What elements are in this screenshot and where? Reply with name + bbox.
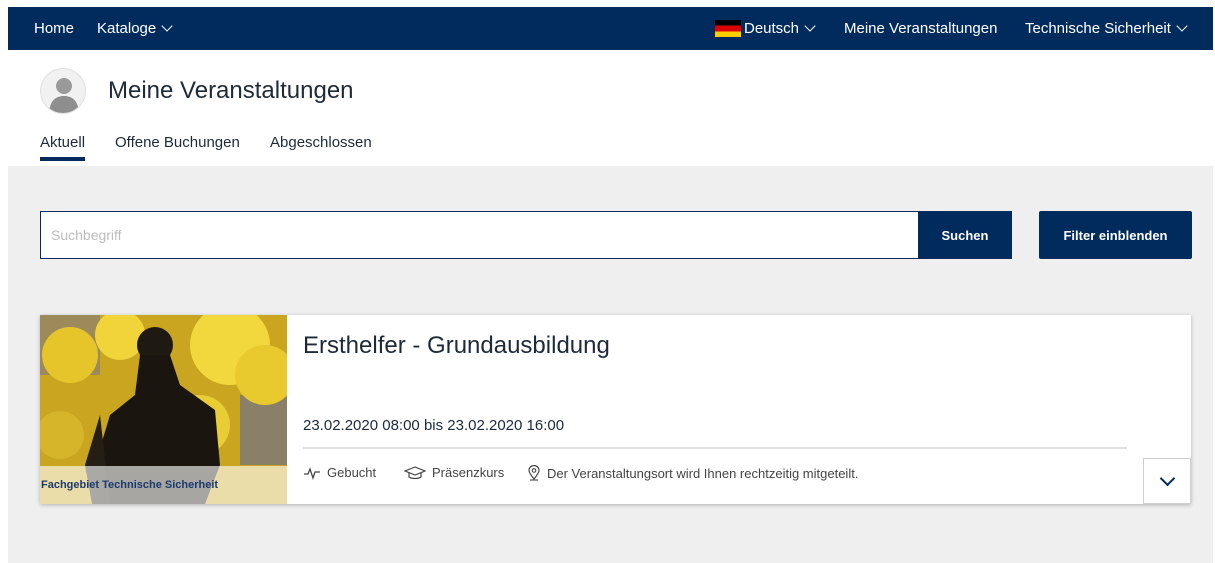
course-card[interactable]: Fachgebiet Technische Sicherheit Ersthel…: [40, 315, 1191, 504]
course-type: Präsenzkurs: [404, 465, 504, 480]
graduation-cap-icon: [404, 465, 426, 479]
nav-my-events-link[interactable]: Meine Veranstaltungen: [844, 7, 997, 50]
org-label: Technische Sicherheit: [1025, 20, 1171, 37]
show-filter-button[interactable]: Filter einblenden: [1039, 211, 1192, 259]
nav-catalogs-dropdown[interactable]: Kataloge: [97, 7, 173, 50]
search-input[interactable]: [40, 211, 919, 259]
course-location: Der Veranstaltungsort wird Ihnen rechtze…: [527, 465, 858, 481]
status-label: Gebucht: [327, 465, 377, 480]
course-image: Fachgebiet Technische Sicherheit: [40, 315, 287, 504]
card-divider: [303, 447, 1127, 449]
german-flag-icon: [715, 20, 741, 37]
avatar: [40, 68, 86, 114]
nav-my-events-label: Meine Veranstaltungen: [844, 20, 998, 37]
pulse-icon: [304, 466, 320, 480]
course-date: 23.02.2020 08:00 bis 23.02.2020 16:00: [303, 417, 565, 434]
status-badge: Gebucht: [303, 465, 376, 480]
image-caption-label: Fachgebiet Technische Sicherheit: [41, 479, 219, 491]
user-silhouette-icon: [49, 78, 79, 113]
org-dropdown[interactable]: Technische Sicherheit: [1025, 7, 1188, 50]
course-type-label: Präsenzkurs: [432, 465, 505, 480]
page-title: Meine Veranstaltungen: [108, 77, 354, 104]
tab-open-bookings[interactable]: Offene Buchungen: [115, 134, 240, 151]
location-pin-icon: [528, 465, 540, 481]
search-button[interactable]: Suchen: [918, 211, 1012, 259]
language-label: Deutsch: [744, 20, 800, 37]
nav-home-link[interactable]: Home: [34, 7, 74, 50]
chevron-down-icon: [161, 20, 173, 32]
image-caption: Fachgebiet Technische Sicherheit: [40, 466, 287, 504]
chevron-down-icon: [804, 20, 816, 32]
top-navigation: Home Kataloge Deutsch Meine Veranstaltun…: [8, 7, 1213, 50]
language-dropdown[interactable]: Deutsch: [715, 7, 816, 50]
nav-catalogs-label: Kataloge: [97, 20, 157, 37]
chevron-down-icon: [1176, 20, 1188, 32]
chevron-down-icon: [1159, 470, 1175, 486]
expand-card-button[interactable]: [1143, 458, 1191, 504]
location-label: Der Veranstaltungsort wird Ihnen rechtze…: [547, 465, 859, 481]
course-title[interactable]: Ersthelfer - Grundausbildung: [303, 332, 610, 360]
tab-current[interactable]: Aktuell: [40, 134, 86, 161]
tab-completed[interactable]: Abgeschlossen: [270, 134, 372, 151]
nav-home-label: Home: [34, 20, 75, 37]
